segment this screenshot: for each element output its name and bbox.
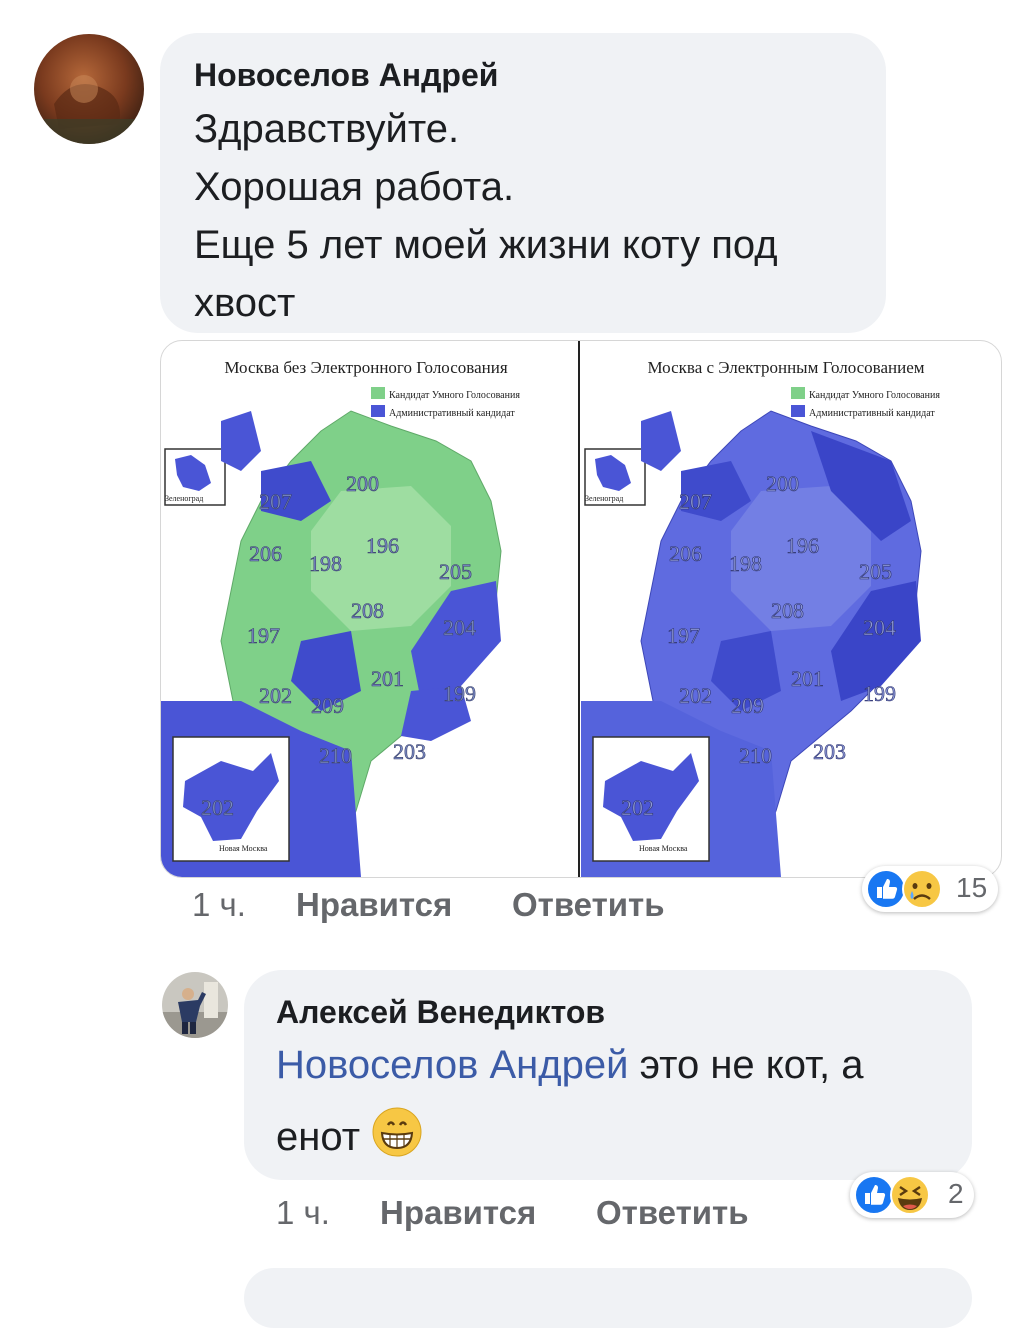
district-label: 207 [679,489,712,514]
grinning-face-icon [371,1106,423,1174]
comment-text-fragment: это не кот, а [628,1043,864,1087]
district-label: 210 [319,743,352,768]
comment-time[interactable]: 1 ч. [276,1194,330,1232]
district-label: 206 [249,541,282,566]
district-label: 196 [366,533,399,558]
district-label: 205 [439,559,472,584]
sad-icon [902,869,942,909]
district-label: 201 [791,666,824,691]
district-label: 200 [346,471,379,496]
district-label: 207 [259,489,292,514]
comment-time[interactable]: 1 ч. [192,886,246,924]
district-label: 209 [311,693,344,718]
map-title: Москва с Электронным Голосованием [647,358,924,377]
district-label: 197 [247,623,280,648]
district-label: 199 [863,681,896,706]
reaction-count: 2 [948,1178,964,1209]
avatar-image [162,972,228,1038]
zelenograd-label: Зеленоград [165,494,203,503]
district-label: 202 [621,795,654,820]
comment-line: Хорошая работа. [194,165,515,209]
right-map: Москва с Электронным Голосованием Кандид… [581,358,940,877]
district-label: 202 [679,683,712,708]
reaction-count: 15 [956,872,988,903]
like-icon [854,1175,894,1215]
avatar-image [34,34,144,144]
map-title: Москва без Электронного Голосования [224,358,507,377]
comment-author[interactable]: Новоселов Андрей [194,57,498,94]
reaction-summary[interactable]: 15 [862,866,998,912]
district-label: 199 [443,681,476,706]
like-button[interactable]: Нравится [380,1194,536,1232]
district-label: 203 [393,739,426,764]
district-label: 197 [667,623,700,648]
district-label: 198 [309,551,342,576]
legend-item: Административный кандидат [809,408,935,419]
legend-item: Кандидат Умного Голосования [389,390,520,401]
district-label: 205 [859,559,892,584]
zelenograd-label: Зеленоград [585,494,623,503]
district-label: 203 [813,739,846,764]
district-label: 206 [669,541,702,566]
legend-item: Кандидат Умного Голосования [809,390,940,401]
comment-text-fragment: енот [276,1115,372,1159]
new-moscow-label: Новая Москва [219,844,268,853]
legend-item: Административный кандидат [389,408,515,419]
district-label: 201 [371,666,404,691]
comment-actions: 1 ч. Нравится Ответить [276,1194,836,1234]
comment-text: Новоселов Андрей это не кот, а енот [276,1036,966,1174]
reaction-summary[interactable]: 2 [850,1172,974,1218]
district-label: 210 [739,743,772,768]
district-label: 202 [201,795,234,820]
reply-button[interactable]: Ответить [596,1194,749,1232]
like-icon [866,869,906,909]
comment-text: Здравствуйте. Хорошая работа. Еще 5 лет … [194,100,874,332]
comment-line: Еще 5 лет моей жизни коту под [194,223,778,267]
comment-actions: 1 ч. Нравится Ответить [192,886,752,926]
district-label: 204 [443,615,476,640]
district-label: 209 [731,693,764,718]
next-comment-bubble [244,1268,972,1328]
new-moscow-label: Новая Москва [639,844,688,853]
district-label: 202 [259,683,292,708]
reply-button[interactable]: Ответить [512,886,665,924]
avatar[interactable] [34,34,144,144]
district-label: 196 [786,533,819,558]
district-label: 208 [351,598,384,623]
comment-image-attachment[interactable]: Москва без Электронного Голосования Канд… [160,340,1002,878]
comment-line: хвост [194,281,296,325]
district-label: 198 [729,551,762,576]
laughing-icon [890,1175,930,1215]
comment-line: Здравствуйте. [194,107,460,151]
district-label: 204 [863,615,896,640]
left-map: Москва без Электронного Голосования Канд… [161,341,580,877]
district-label: 200 [766,471,799,496]
mention-link[interactable]: Новоселов Андрей [276,1043,628,1087]
like-button[interactable]: Нравится [296,886,452,924]
comment-author[interactable]: Алексей Венедиктов [276,994,605,1031]
district-label: 208 [771,598,804,623]
avatar[interactable] [162,972,228,1038]
